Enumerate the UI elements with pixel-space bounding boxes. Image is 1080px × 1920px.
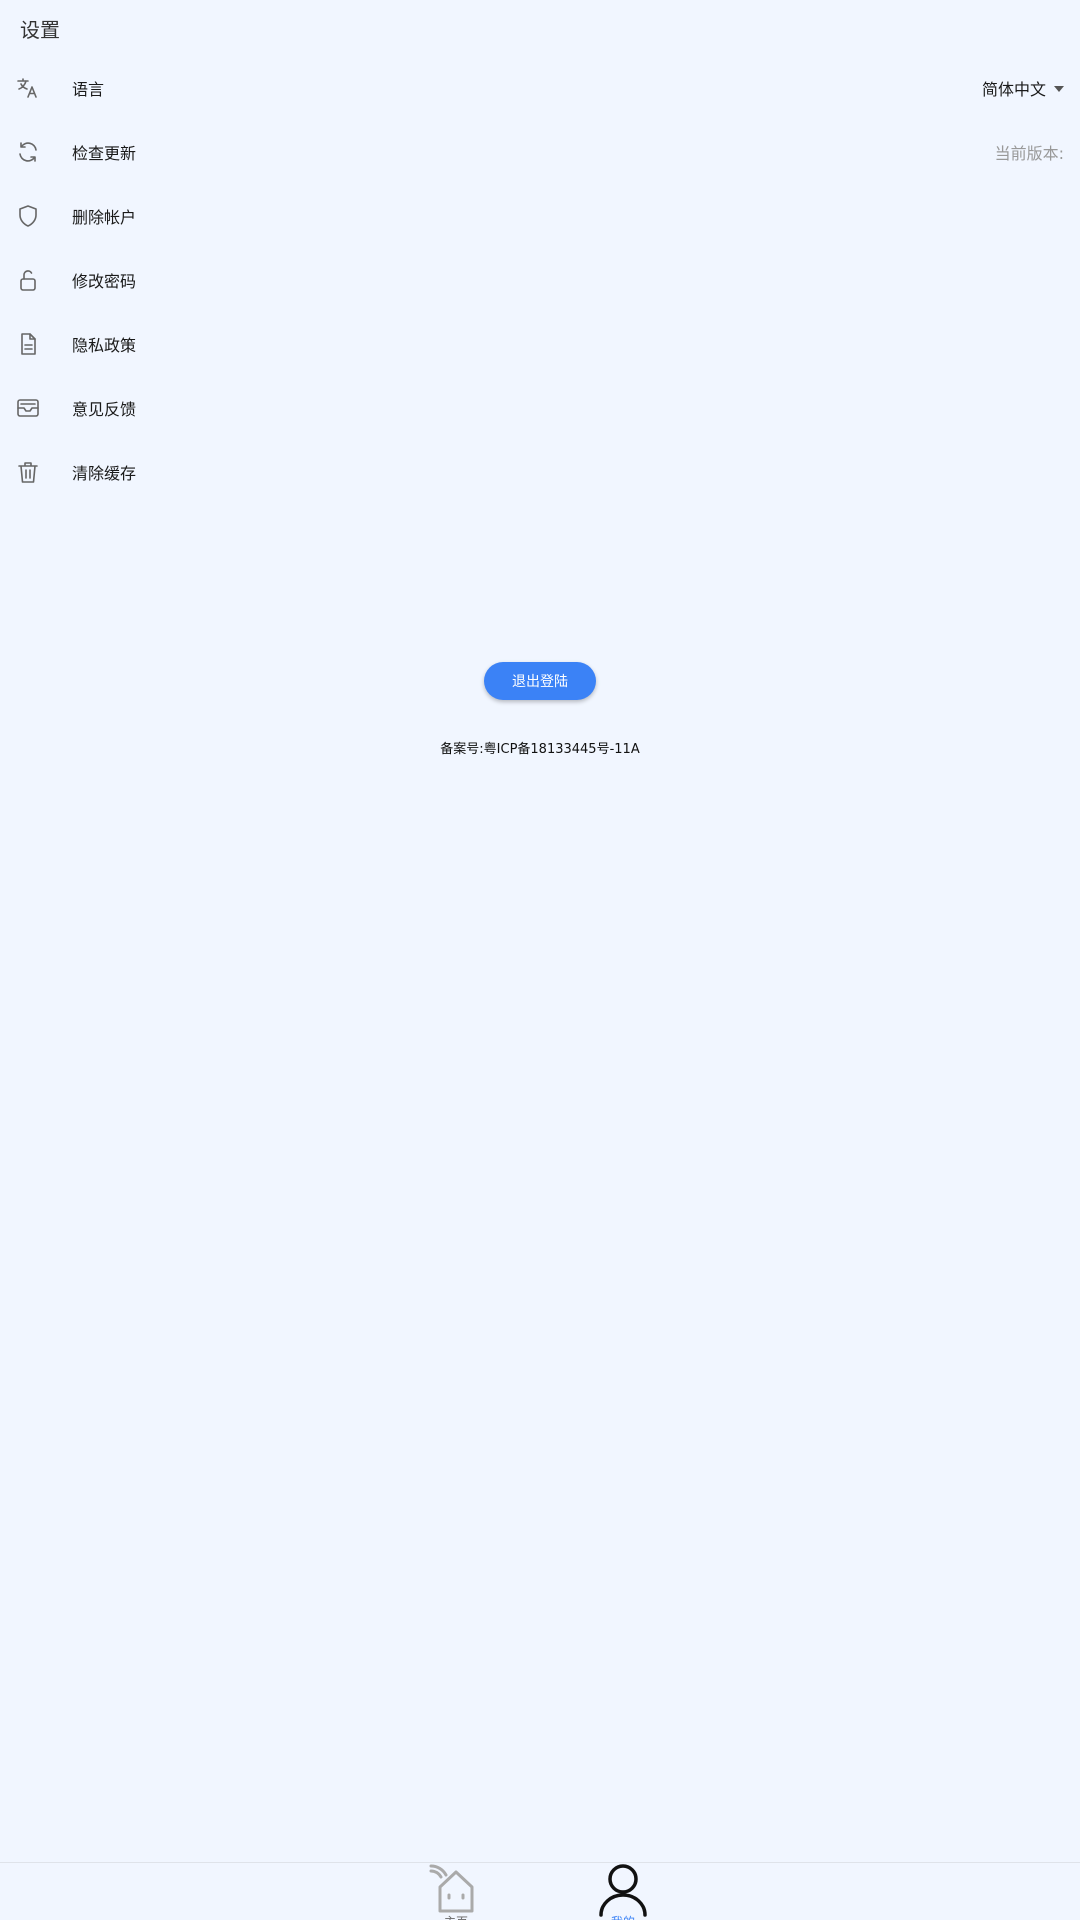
document-icon <box>15 331 41 357</box>
translate-icon <box>15 75 41 101</box>
language-value: 简体中文 <box>981 80 1046 99</box>
settings-item-change-password[interactable]: 修改密码 <box>0 248 1080 312</box>
settings-list: 语言 简体中文 检查更新 当前版本: 删除帐户 修改密码 隐私政策 意见反馈 清… <box>0 56 1080 504</box>
tab-home-label: 主页 <box>411 1913 501 1920</box>
settings-item-label: 检查更新 <box>72 144 137 163</box>
settings-page: 设置 语言 简体中文 检查更新 当前版本: 删除帐户 修改密码 隐私政策 意见反… <box>0 0 1080 1920</box>
tab-mine-label: 我的 <box>578 1913 668 1920</box>
settings-item-delete-account[interactable]: 删除帐户 <box>0 184 1080 248</box>
page-title: 设置 <box>20 18 60 42</box>
settings-item-label: 修改密码 <box>72 272 137 291</box>
settings-item-language[interactable]: 语言 简体中文 <box>0 56 1080 120</box>
settings-item-privacy-policy[interactable]: 隐私政策 <box>0 312 1080 376</box>
user-icon <box>599 1864 647 1917</box>
tab-home[interactable]: 主页 <box>411 1863 501 1920</box>
settings-item-label: 意见反馈 <box>72 400 137 419</box>
settings-item-check-update[interactable]: 检查更新 当前版本: <box>0 120 1080 184</box>
logout-button[interactable]: 退出登陆 <box>484 662 596 700</box>
language-select[interactable]: 简体中文 <box>982 76 1064 100</box>
settings-item-feedback[interactable]: 意见反馈 <box>0 376 1080 440</box>
bottom-tab-bar: 主页 我的 <box>0 1862 1080 1920</box>
settings-item-clear-cache[interactable]: 清除缓存 <box>0 440 1080 504</box>
tab-mine[interactable]: 我的 <box>578 1863 668 1920</box>
settings-item-label: 语言 <box>72 80 105 99</box>
home-icon <box>429 1864 474 1913</box>
shield-icon <box>15 203 41 229</box>
inbox-icon <box>15 395 41 421</box>
icp-record: 备案号:粤ICP备18133445号-11A <box>440 742 640 757</box>
settings-item-label: 隐私政策 <box>72 336 137 355</box>
unlock-icon <box>15 267 41 293</box>
version-label: 当前版本: <box>994 144 1064 163</box>
caret-down-icon <box>1054 86 1064 92</box>
settings-item-label: 清除缓存 <box>72 464 137 483</box>
settings-item-label: 删除帐户 <box>72 208 137 227</box>
trash-icon <box>15 459 41 485</box>
refresh-icon <box>15 139 41 165</box>
